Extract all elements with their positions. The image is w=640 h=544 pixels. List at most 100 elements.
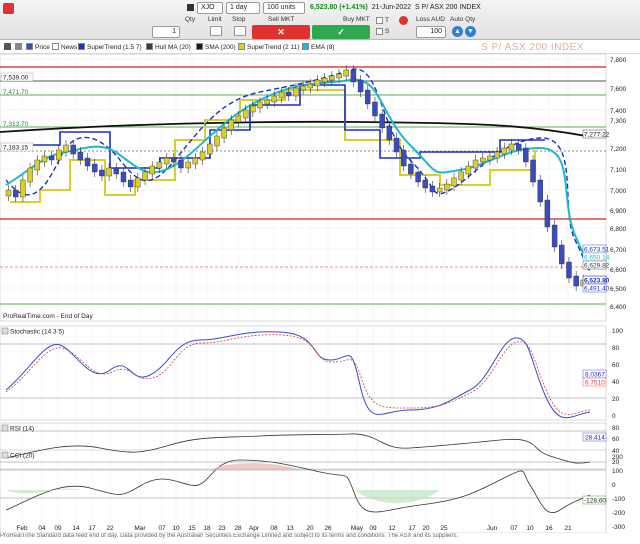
units-select[interactable]: 100 units [263, 2, 305, 14]
symbol-square-icon [187, 4, 194, 11]
panel-settings-icon[interactable] [1, 451, 9, 459]
level-label-7471: 7,471.70 [3, 89, 29, 96]
data-source-label: ProRealTime.com - End of Day [3, 313, 93, 320]
auto-qty-down-icon[interactable]: ▼ [465, 26, 476, 37]
stoch-tick: 0 [612, 413, 616, 420]
candle-body [70, 144, 76, 155]
loss-input[interactable]: 100 [416, 26, 446, 38]
candle-body [422, 179, 428, 189]
panel-settings-icon[interactable] [1, 327, 9, 335]
stop-label: Stop [232, 16, 246, 23]
price-tick: 6,600 [610, 267, 627, 274]
loss-label: Loss AUD [416, 16, 445, 23]
x-axis-label: 17 [408, 525, 416, 532]
price-tick: 6,500 [610, 286, 627, 293]
candle-body [573, 275, 579, 287]
cci-tick: 200 [612, 454, 623, 461]
stochastic-title: Stochastic (14 3 5) [10, 329, 64, 336]
price-tick: 7,100 [610, 167, 627, 174]
s-checkbox[interactable]: S [376, 28, 389, 35]
x-axis-label: 07 [158, 525, 166, 532]
candle-body [487, 155, 493, 161]
candle-body [199, 151, 206, 161]
interval-select[interactable]: 1 day [226, 2, 260, 14]
x-axis-label: 12 [388, 525, 396, 532]
x-axis-label: 22 [106, 525, 114, 532]
data-disclaimer: ProRealTime Standard data feed end of da… [0, 533, 640, 544]
x-axis-label: 15 [188, 525, 196, 532]
price-tick: 6,900 [610, 208, 627, 215]
value-label-hull: 6,629.82 [584, 263, 610, 270]
candle-body [436, 187, 443, 193]
quote-bar: 6,523.80 (+1.41%) 21-Jun-2022 S P/ ASX 2… [310, 4, 481, 11]
candle-body [48, 155, 55, 161]
candle-body [415, 171, 421, 183]
candle-body [178, 159, 184, 169]
candle-body [508, 143, 515, 151]
t-checkbox[interactable]: T [376, 17, 389, 24]
candle-body [228, 119, 234, 131]
x-axis-label: May [351, 525, 364, 532]
cci-tick: -300 [612, 524, 625, 531]
x-axis-label: 16 [545, 525, 553, 532]
limit-label: Limit [208, 16, 222, 23]
s-checkbox-box[interactable] [376, 28, 383, 35]
x-axis-label: 09 [54, 525, 62, 532]
app-logo-icon [3, 3, 14, 14]
candle-body [242, 109, 249, 119]
sell-label: Sell MKT [268, 16, 295, 23]
stoch-tick: 40 [612, 379, 620, 386]
buy-label: Buy MKT [343, 16, 370, 23]
stoch-d-value: 6.7510 [585, 380, 605, 387]
candle-body [357, 79, 364, 93]
x-axis-label: 20 [306, 525, 314, 532]
candle-body [12, 189, 19, 198]
candle-body [336, 73, 342, 79]
candle-body [494, 151, 500, 159]
x-axis-label: Jun [487, 525, 498, 532]
candle-body [544, 199, 551, 228]
candle-body [515, 143, 522, 151]
close-icon[interactable] [399, 16, 408, 25]
t-checkbox-label: T [385, 17, 389, 25]
candle-body [551, 224, 558, 248]
x-axis-label: 07 [510, 525, 518, 532]
t-checkbox-box[interactable] [376, 17, 383, 24]
value-label-ema: 6,650.14 [584, 255, 610, 262]
limit-arrow-icon[interactable] [210, 26, 222, 36]
candle-body [185, 161, 191, 169]
auto-qty-up-icon[interactable]: ▲ [452, 26, 463, 37]
candle-body [27, 167, 33, 183]
symbol-field[interactable]: XJO [197, 2, 223, 14]
qty-input[interactable]: 1 [152, 26, 180, 38]
candle-body [386, 125, 393, 141]
candle-body [34, 159, 40, 171]
candle-body [537, 179, 543, 203]
candle-body [458, 171, 464, 181]
candle-body [142, 171, 148, 181]
candle-body [77, 151, 84, 161]
candle-body [480, 157, 486, 163]
sell-button[interactable]: ✕ [252, 25, 310, 39]
x-axis-label: 13 [286, 525, 294, 532]
order-toolbar: XJO 1 day 100 units 6,523.80 (+1.41%) 21… [0, 0, 640, 40]
buy-button[interactable]: ✓ [312, 25, 370, 39]
rsi-tick: 60 [612, 436, 620, 443]
stop-arrow-icon[interactable] [234, 26, 246, 36]
stochastic-panel[interactable] [0, 325, 607, 421]
x-axis-label: 10 [172, 525, 180, 532]
stoch-tick: 100 [612, 328, 623, 335]
chart-area[interactable]: 7,800 7,600 7,400 7,300 7,200 7,100 7,00… [0, 40, 640, 533]
candle-body [530, 159, 536, 183]
candle-body [444, 183, 450, 191]
candle-body [257, 101, 263, 109]
candle-body [293, 87, 299, 97]
x-axis-label: 04 [38, 525, 46, 532]
level-label-7183: 7,183.15 [3, 145, 29, 152]
candle-body [5, 189, 12, 197]
value-label-last-price: 6,523.80 [584, 278, 610, 285]
stoch-tick: 20 [612, 396, 620, 403]
candle-body [149, 165, 155, 175]
panel-settings-icon[interactable] [1, 424, 9, 432]
candle-body [264, 99, 270, 105]
